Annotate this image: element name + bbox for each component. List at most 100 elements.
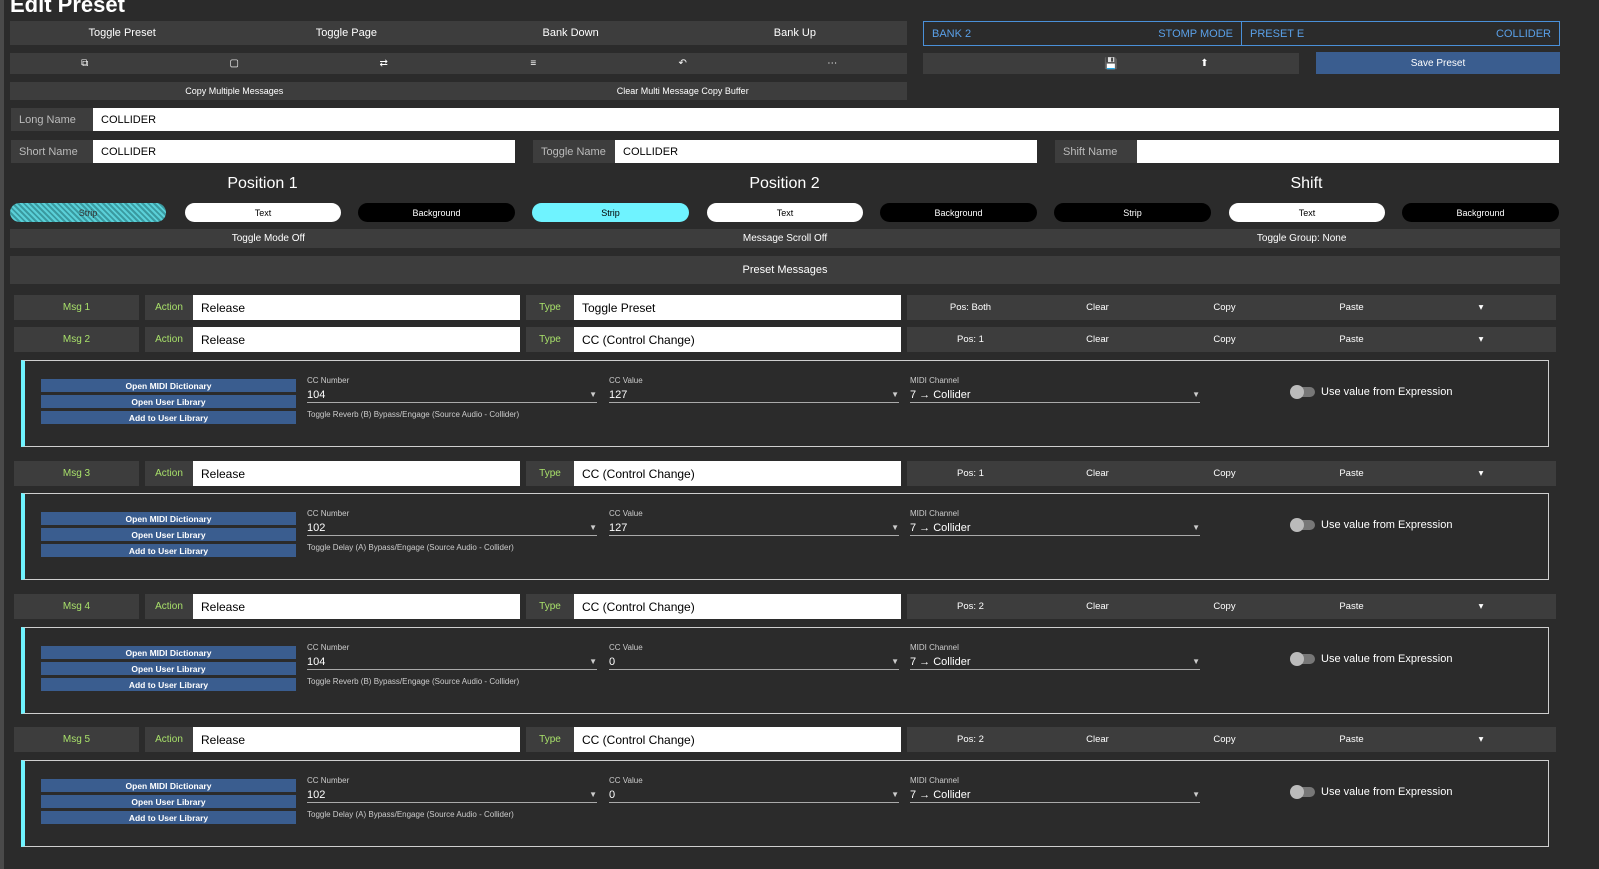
paste-button[interactable]: Paste (1288, 468, 1415, 479)
expand-icon[interactable]: ▾ (1415, 334, 1547, 345)
action-input[interactable]: Release (193, 461, 520, 486)
copy-button[interactable]: Copy (1161, 334, 1288, 345)
cc-number-select[interactable]: CC Number 104 ▼ (307, 643, 597, 670)
action-input[interactable]: Release (193, 594, 520, 619)
expression-toggle[interactable]: Use value from Expression (1290, 385, 1452, 399)
undo-icon[interactable]: ↶ (608, 53, 758, 74)
pos-selector[interactable]: Pos: 1 (907, 468, 1034, 479)
midi-channel-select[interactable]: MIDI Channel 7 → Collider ▼ (910, 509, 1200, 536)
clear-button[interactable]: Clear (1034, 601, 1161, 612)
expand-icon[interactable]: ▾ (1415, 601, 1547, 612)
paste-button[interactable]: Paste (1288, 734, 1415, 745)
open-midi-dictionary-button[interactable]: Open MIDI Dictionary (41, 646, 296, 659)
clipboard-icon[interactable]: ▢ (160, 53, 310, 74)
pos2-text-button[interactable]: Text (707, 203, 863, 222)
midi-channel-select[interactable]: MIDI Channel 7 → Collider ▼ (910, 776, 1200, 803)
expand-icon[interactable]: ▾ (1415, 302, 1547, 313)
toggle-switch-icon[interactable] (1290, 385, 1315, 399)
add-to-user-library-button[interactable]: Add to User Library (41, 811, 296, 824)
paste-button[interactable]: Paste (1288, 334, 1415, 345)
toggle-switch-icon[interactable] (1290, 652, 1315, 666)
swap-icon[interactable]: ⇄ (309, 53, 459, 74)
type-input[interactable]: CC (Control Change) (574, 327, 901, 352)
pos1-strip-button[interactable]: Strip (10, 203, 166, 222)
bank-down-button[interactable]: Bank Down (459, 21, 683, 45)
toggle-mode-button[interactable]: Toggle Mode Off (10, 229, 527, 248)
open-user-library-button[interactable]: Open User Library (41, 662, 296, 675)
cc-value-select[interactable]: CC Value 127 ▼ (609, 509, 899, 536)
add-to-user-library-button[interactable]: Add to User Library (41, 678, 296, 691)
toggle-switch-icon[interactable] (1290, 518, 1315, 532)
add-to-user-library-button[interactable]: Add to User Library (41, 411, 296, 424)
pos2-background-button[interactable]: Background (880, 203, 1037, 222)
type-input[interactable]: CC (Control Change) (574, 594, 901, 619)
open-user-library-button[interactable]: Open User Library (41, 395, 296, 408)
long-name-input[interactable]: COLLIDER (93, 108, 1559, 131)
add-to-user-library-button[interactable]: Add to User Library (41, 544, 296, 557)
toggle-switch-icon[interactable] (1290, 785, 1315, 799)
pos-selector[interactable]: Pos: 2 (907, 734, 1034, 745)
open-user-library-button[interactable]: Open User Library (41, 795, 296, 808)
action-input[interactable]: Release (193, 727, 520, 752)
expand-icon[interactable]: ▾ (1415, 734, 1547, 745)
action-input[interactable]: Release (193, 295, 520, 320)
msg-label[interactable]: Msg 3 (14, 461, 139, 486)
copy-icon[interactable]: ⧉ (10, 53, 160, 74)
message-scroll-button[interactable]: Message Scroll Off (527, 229, 1044, 248)
cc-value-select[interactable]: CC Value 0 ▼ (609, 643, 899, 670)
shift-strip-button[interactable]: Strip (1054, 203, 1211, 222)
shift-text-button[interactable]: Text (1229, 203, 1385, 222)
type-input[interactable]: CC (Control Change) (574, 727, 901, 752)
shift-background-button[interactable]: Background (1402, 203, 1559, 222)
shift-name-input[interactable] (1137, 140, 1559, 163)
upload-icon[interactable]: ⬆ (1110, 53, 1299, 74)
copy-multiple-messages-button[interactable]: Copy Multiple Messages (10, 82, 459, 100)
clear-button[interactable]: Clear (1034, 468, 1161, 479)
paste-button[interactable]: Paste (1288, 601, 1415, 612)
toggle-group-button[interactable]: Toggle Group: None (1043, 229, 1560, 248)
pos2-strip-button[interactable]: Strip (532, 203, 689, 222)
save-preset-button[interactable]: Save Preset (1316, 52, 1560, 74)
copy-button[interactable]: Copy (1161, 468, 1288, 479)
paste-button[interactable]: Paste (1288, 302, 1415, 313)
expression-toggle[interactable]: Use value from Expression (1290, 518, 1452, 532)
copy-button[interactable]: Copy (1161, 734, 1288, 745)
action-input[interactable]: Release (193, 327, 520, 352)
clear-button[interactable]: Clear (1034, 302, 1161, 313)
cc-number-select[interactable]: CC Number 102 ▼ (307, 776, 597, 803)
bank-up-button[interactable]: Bank Up (683, 21, 907, 45)
expression-toggle[interactable]: Use value from Expression (1290, 652, 1452, 666)
clear-button[interactable]: Clear (1034, 334, 1161, 345)
toggle-name-input[interactable]: COLLIDER (615, 140, 1037, 163)
open-user-library-button[interactable]: Open User Library (41, 528, 296, 541)
midi-channel-select[interactable]: MIDI Channel 7 → Collider ▼ (910, 376, 1200, 403)
expression-toggle[interactable]: Use value from Expression (1290, 785, 1452, 799)
pos1-text-button[interactable]: Text (185, 203, 341, 222)
clear-copy-buffer-button[interactable]: Clear Multi Message Copy Buffer (459, 82, 908, 100)
copy-button[interactable]: Copy (1161, 601, 1288, 612)
msg-label[interactable]: Msg 4 (14, 594, 139, 619)
short-name-input[interactable]: COLLIDER (93, 140, 515, 163)
msg-label[interactable]: Msg 5 (14, 727, 139, 752)
pos-selector[interactable]: Pos: Both (907, 302, 1034, 313)
open-midi-dictionary-button[interactable]: Open MIDI Dictionary (41, 379, 296, 392)
pos-selector[interactable]: Pos: 2 (907, 601, 1034, 612)
msg-label[interactable]: Msg 1 (14, 295, 139, 320)
open-midi-dictionary-button[interactable]: Open MIDI Dictionary (41, 512, 296, 525)
msg-label[interactable]: Msg 2 (14, 327, 139, 352)
open-midi-dictionary-button[interactable]: Open MIDI Dictionary (41, 779, 296, 792)
pos1-background-button[interactable]: Background (358, 203, 515, 222)
toggle-page-button[interactable]: Toggle Page (234, 21, 458, 45)
expand-icon[interactable]: ▾ (1415, 468, 1547, 479)
copy-button[interactable]: Copy (1161, 302, 1288, 313)
type-input[interactable]: Toggle Preset (574, 295, 901, 320)
midi-channel-select[interactable]: MIDI Channel 7 → Collider ▼ (910, 643, 1200, 670)
type-input[interactable]: CC (Control Change) (574, 461, 901, 486)
toggle-preset-button[interactable]: Toggle Preset (10, 21, 234, 45)
list-icon[interactable]: ≡ (459, 53, 609, 74)
pos-selector[interactable]: Pos: 1 (907, 334, 1034, 345)
cc-number-select[interactable]: CC Number 102 ▼ (307, 509, 597, 536)
clear-button[interactable]: Clear (1034, 734, 1161, 745)
more-icon[interactable]: ⋯ (758, 53, 908, 74)
cc-value-select[interactable]: CC Value 127 ▼ (609, 376, 899, 403)
